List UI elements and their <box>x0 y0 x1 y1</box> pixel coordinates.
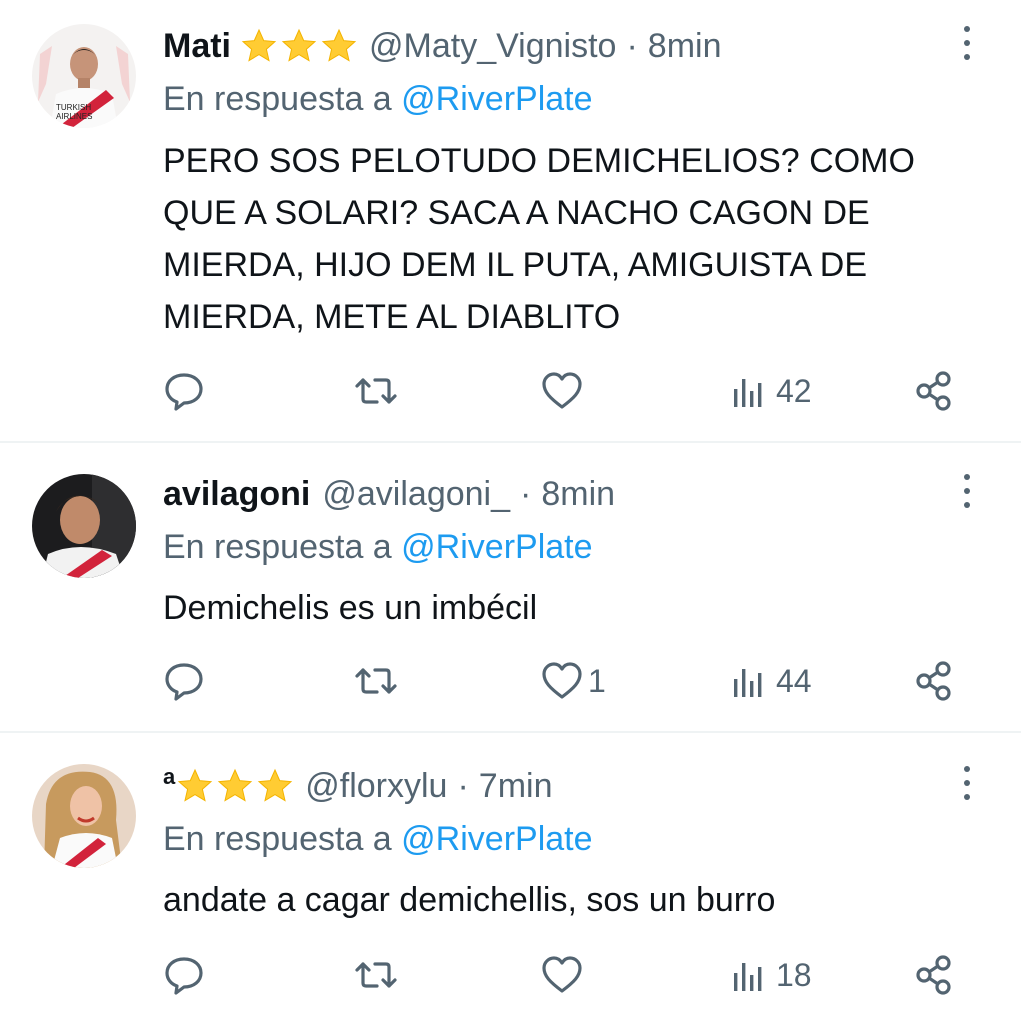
reply-icon <box>165 663 203 701</box>
avatar[interactable] <box>32 764 136 868</box>
share-button[interactable] <box>913 950 957 1000</box>
heart-icon <box>542 956 582 993</box>
like-button[interactable] <box>540 950 588 1000</box>
retweet-icon <box>355 668 397 694</box>
star-icon <box>258 768 293 802</box>
reply-mention[interactable]: @RiverPlate <box>401 80 592 118</box>
reply-button[interactable] <box>162 656 206 706</box>
views-button[interactable]: 44 <box>728 656 812 706</box>
views-icon <box>734 669 762 697</box>
svg-text:TURKISH: TURKISH <box>56 103 91 112</box>
views-count: 42 <box>776 372 812 409</box>
user-handle[interactable]: @florxylu <box>305 767 447 806</box>
avatar-image <box>32 474 136 578</box>
share-icon <box>916 371 951 411</box>
separator: · <box>520 474 532 513</box>
retweet-button[interactable] <box>354 656 398 706</box>
tweet-text: PERO SOS PELOTUDO DEMICHELIOS? COMO QUE … <box>163 142 915 336</box>
reply-prefix: En respuesta a <box>163 820 392 858</box>
tweet-text: andate a cagar demichellis, sos un burro <box>163 881 776 919</box>
retweet-icon <box>355 378 397 404</box>
views-count: 18 <box>776 956 812 993</box>
tweet-actions: 1 44 <box>0 656 1021 706</box>
timestamp[interactable]: 8min <box>648 27 722 66</box>
avatar-image: TURKISH AIRLINES <box>32 24 136 128</box>
reply-context: En respuesta a @RiverPlate <box>163 80 593 119</box>
reply-prefix: En respuesta a <box>163 528 392 566</box>
views-icon <box>734 963 762 991</box>
retweet-button[interactable] <box>354 950 398 1000</box>
share-button[interactable] <box>913 656 957 706</box>
more-icon[interactable] <box>955 24 979 64</box>
reply-icon <box>165 373 203 411</box>
reply-context: En respuesta a @RiverPlate <box>163 528 593 567</box>
retweet-icon <box>355 962 397 988</box>
views-button[interactable]: 42 <box>728 366 812 416</box>
separator: · <box>457 766 469 805</box>
reply-mention[interactable]: @RiverPlate <box>401 820 592 858</box>
user-handle[interactable]: @Maty_Vignisto <box>369 27 616 66</box>
star-icon <box>321 28 357 62</box>
reply-button[interactable] <box>162 950 206 1000</box>
tweet-actions: 42 <box>0 366 1021 416</box>
svg-text:AIRLINES: AIRLINES <box>56 112 92 121</box>
tweet-text: Demichelis es un imbécil <box>163 589 538 627</box>
like-button[interactable]: 1 <box>540 656 606 706</box>
display-name[interactable]: a <box>163 764 175 790</box>
separator: · <box>626 26 638 65</box>
tweet-actions: 18 <box>0 950 1021 1000</box>
name-emojis <box>241 28 357 64</box>
timestamp[interactable]: 8min <box>541 475 615 514</box>
display-name[interactable]: Mati <box>163 27 231 66</box>
reply-context: En respuesta a @RiverPlate <box>163 820 593 859</box>
avatar[interactable]: TURKISH AIRLINES <box>32 24 136 128</box>
tweet-header: avilagoni @avilagoni_ · 8min <box>163 466 615 522</box>
share-icon <box>916 661 951 701</box>
share-button[interactable] <box>913 366 957 416</box>
star-icon <box>218 768 253 802</box>
like-button[interactable] <box>540 366 588 416</box>
retweet-button[interactable] <box>354 366 398 416</box>
reply-mention[interactable]: @RiverPlate <box>401 528 592 566</box>
heart-icon <box>542 372 582 409</box>
star-icon <box>178 768 213 802</box>
views-button[interactable]: 18 <box>728 950 812 1000</box>
reply-prefix: En respuesta a <box>163 80 392 118</box>
views-icon <box>734 379 762 407</box>
like-count: 1 <box>588 662 606 699</box>
star-icon <box>281 28 317 62</box>
more-icon[interactable] <box>955 764 979 804</box>
views-count: 44 <box>776 662 812 699</box>
avatar-image <box>32 764 136 868</box>
more-icon[interactable] <box>955 472 979 512</box>
star-icon <box>241 28 277 62</box>
tweet-header: a @florxylu · 7min <box>163 758 553 814</box>
share-icon <box>916 955 951 995</box>
name-emojis <box>177 768 293 804</box>
timestamp[interactable]: 7min <box>479 767 553 806</box>
heart-icon <box>542 662 582 699</box>
reply-button[interactable] <box>162 366 206 416</box>
reply-icon <box>165 957 203 995</box>
user-handle[interactable]: @avilagoni_ <box>322 475 510 514</box>
display-name[interactable]: avilagoni <box>163 475 310 514</box>
divider <box>0 441 1021 443</box>
tweet-header: Mati @Maty_Vignisto · 8min <box>163 18 721 74</box>
divider <box>0 731 1021 733</box>
avatar[interactable] <box>32 474 136 578</box>
